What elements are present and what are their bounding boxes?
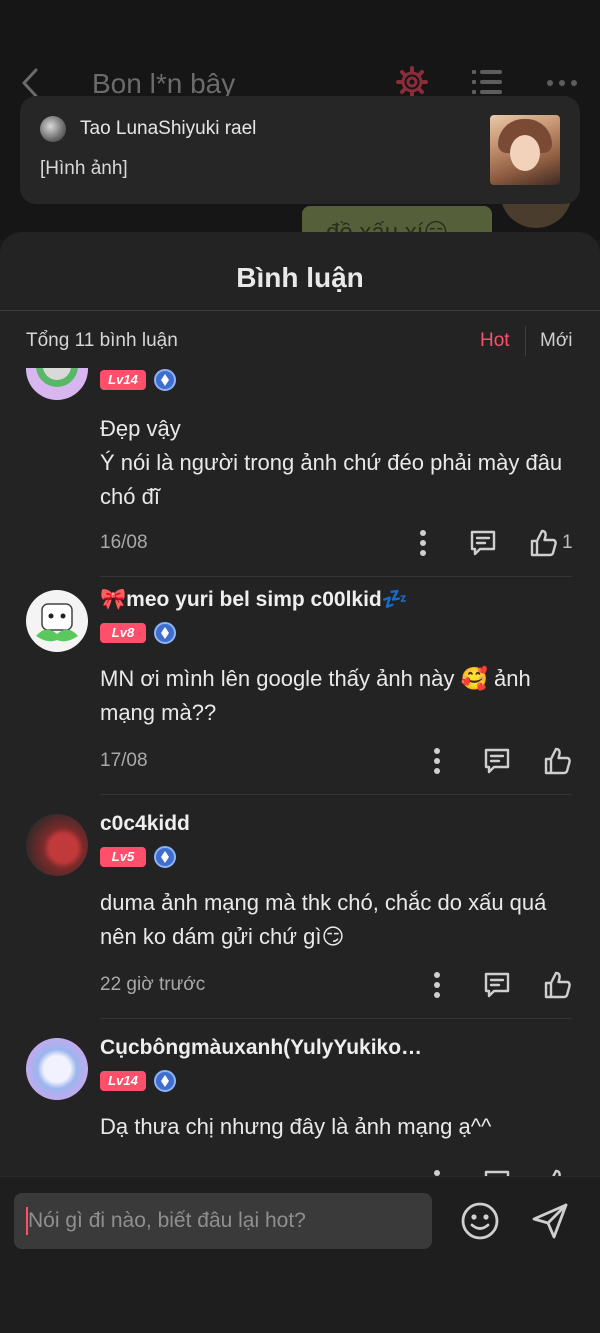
- reply-icon[interactable]: [482, 970, 512, 1000]
- like-icon[interactable]: [542, 1168, 572, 1176]
- divider: [100, 1018, 572, 1019]
- level-badge: Lv14: [100, 370, 146, 390]
- avatar[interactable]: [26, 1038, 88, 1100]
- more-horizontal-icon[interactable]: [546, 78, 578, 88]
- list-item: c0c4kidd Lv5 duma ảnh mạng mà thk chó, c…: [0, 812, 600, 1042]
- comment-input-bar: [0, 1176, 600, 1333]
- verified-icon: [154, 1070, 176, 1092]
- gear-icon[interactable]: [396, 66, 428, 98]
- more-vertical-icon[interactable]: [422, 1168, 452, 1176]
- reply-icon[interactable]: [482, 1168, 512, 1176]
- comment-text: duma ảnh mạng mà thk chó, chắc do xấu qu…: [100, 890, 547, 949]
- list-item: 🎀meo yuri bel simp c00lkid💤 Lv8 MN ơi mì…: [0, 588, 600, 818]
- comment-date: 16/08: [100, 532, 148, 553]
- text-cursor: [26, 1207, 28, 1235]
- comment-text: MN ơi mình lên google thấy ảnh này 🥰 ảnh…: [100, 666, 531, 725]
- list-icon[interactable]: [472, 68, 502, 96]
- like-icon[interactable]: [528, 528, 558, 558]
- like-count: 1: [562, 532, 573, 553]
- reply-icon[interactable]: [468, 528, 498, 558]
- list-item: Cụcbôngmàuxanh(YulyYukiko… Lv14 Dạ thưa …: [0, 1036, 600, 1176]
- image-thumbnail[interactable]: [490, 115, 560, 185]
- like-icon[interactable]: [542, 746, 572, 776]
- comment-input[interactable]: [14, 1193, 432, 1249]
- verified-icon: [154, 369, 176, 391]
- reply-icon[interactable]: [482, 746, 512, 776]
- chevron-left-icon[interactable]: [18, 66, 44, 100]
- avatar-art: [36, 603, 78, 642]
- level-badge: Lv14: [100, 1071, 146, 1091]
- comment-text: Dạ thưa chị nhưng đây là ảnh mạng ạ^^: [100, 1114, 492, 1139]
- sort-new-tab[interactable]: Mới: [540, 330, 573, 352]
- username[interactable]: Cụcbôngmàuxanh(YulyYukiko…: [100, 1036, 422, 1060]
- more-vertical-icon[interactable]: [408, 528, 438, 558]
- list-item: Lv14 Đẹp vậy Ý nói là người trong ảnh ch…: [0, 368, 600, 578]
- divider: [100, 576, 572, 577]
- comments-sheet: Bình luận Tổng 11 bình luận Hot Mới Lv14…: [0, 232, 600, 1333]
- reply-preview-card[interactable]: Tao LunaShiyuki rael [Hình ảnh]: [20, 96, 580, 204]
- more-vertical-icon[interactable]: [422, 746, 452, 776]
- avatar[interactable]: [26, 368, 88, 400]
- level-badge: Lv5: [100, 847, 146, 867]
- sheet-title: Bình luận: [236, 262, 364, 293]
- comment-list[interactable]: Lv14 Đẹp vậy Ý nói là người trong ảnh ch…: [0, 368, 600, 1176]
- username[interactable]: c0c4kidd: [100, 812, 190, 836]
- avatar[interactable]: [26, 590, 88, 652]
- avatar[interactable]: [26, 814, 88, 876]
- comment-total: Tổng 11 bình luận: [26, 330, 178, 351]
- comment-date: 22 giờ trước: [100, 974, 206, 995]
- more-vertical-icon[interactable]: [422, 970, 452, 1000]
- avatar: [40, 116, 66, 142]
- level-badge: Lv8: [100, 623, 146, 643]
- username[interactable]: 🎀meo yuri bel simp c00lkid💤: [100, 588, 408, 612]
- comment-date: 17/08: [100, 750, 148, 771]
- verified-icon: [154, 622, 176, 644]
- divider: [0, 310, 600, 311]
- divider: [525, 326, 526, 356]
- comment-text: Đẹp vậy Ý nói là người trong ảnh chứ đéo…: [100, 416, 563, 509]
- notification-sender: Tao LunaShiyuki rael: [80, 118, 257, 139]
- verified-icon: [154, 846, 176, 868]
- smile-icon[interactable]: [460, 1201, 500, 1241]
- like-icon[interactable]: [542, 970, 572, 1000]
- thumbnail-face: [510, 135, 540, 171]
- divider: [100, 794, 572, 795]
- send-icon[interactable]: [530, 1201, 570, 1241]
- sort-hot-tab[interactable]: Hot: [480, 330, 510, 352]
- notification-text: [Hình ảnh]: [40, 158, 128, 179]
